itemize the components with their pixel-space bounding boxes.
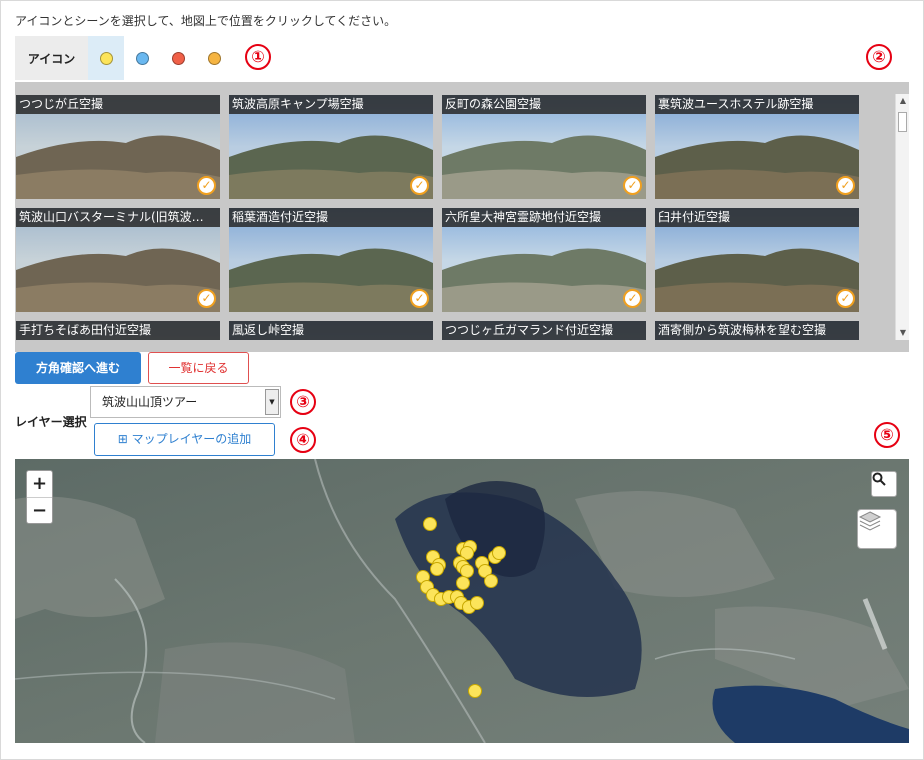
scene-card[interactable]: つつじが丘空撮 ✓ [16, 95, 220, 199]
yellow-dot-icon [99, 51, 113, 65]
layer-select-label: レイヤー選択 [15, 415, 87, 429]
map-marker[interactable] [456, 576, 470, 590]
callout-3: ③ [290, 389, 316, 415]
confirm-direction-button[interactable]: 方角確認へ進む [15, 352, 141, 384]
checkmark-icon: ✓ [410, 176, 429, 195]
map-layers-button[interactable] [857, 509, 897, 549]
scene-card[interactable]: つつじヶ丘ガマランド付近空撮 [442, 321, 646, 340]
scene-title: つつじが丘空撮 [16, 95, 220, 114]
instruction-text: アイコンとシーンを選択して、地図上で位置をクリックしてください。 [15, 14, 397, 28]
zoom-control: + − [26, 470, 53, 524]
callout-4: ④ [290, 427, 316, 453]
map-marker[interactable] [430, 562, 444, 576]
layers-icon [858, 511, 882, 531]
scene-scrollbar[interactable]: ▲ ▼ [895, 94, 909, 340]
map-search-button[interactable] [871, 471, 897, 497]
map-marker[interactable] [423, 517, 437, 531]
scene-title: 臼井付近空撮 [655, 208, 859, 227]
scroll-down-arrow-icon[interactable]: ▼ [896, 326, 910, 340]
scroll-up-arrow-icon[interactable]: ▲ [896, 94, 910, 108]
map-marker[interactable] [470, 596, 484, 610]
scene-title: 筑波山口バスターミナル(旧筑波… [16, 208, 220, 227]
add-map-layer-button[interactable]: ⊞ マップレイヤーの追加 [94, 423, 275, 456]
icon-option-red[interactable] [160, 36, 196, 80]
scene-card[interactable]: 酒寄側から筑波梅林を望む空撮 [655, 321, 859, 340]
scene-card[interactable]: 反町の森公園空撮 ✓ [442, 95, 646, 199]
icon-option-yellow[interactable] [88, 36, 124, 80]
icon-option-orange[interactable] [196, 36, 232, 80]
scene-title: つつじヶ丘ガマランド付近空撮 [442, 321, 646, 340]
checkmark-icon: ✓ [410, 289, 429, 308]
scene-title: 裏筑波ユースホステル跡空撮 [655, 95, 859, 114]
checkmark-icon: ✓ [836, 289, 855, 308]
checkmark-icon: ✓ [836, 176, 855, 195]
callout-5: ⑤ [874, 422, 900, 448]
checkmark-icon: ✓ [197, 176, 216, 195]
checkmark-icon: ✓ [623, 289, 642, 308]
scene-card[interactable]: 筑波山口バスターミナル(旧筑波… ✓ [16, 208, 220, 312]
scene-card[interactable]: 六所皇大神宮霊跡地付近空撮 ✓ [442, 208, 646, 312]
red-dot-icon [171, 51, 185, 65]
scene-card[interactable]: 筑波高原キャンプ場空撮 ✓ [229, 95, 433, 199]
scene-panel: つつじが丘空撮 ✓ 筑波高原キャンプ場空撮 ✓ 反町の森公園空撮 ✓ 裏筑波ユースホステル跡… [15, 82, 909, 352]
icon-selector: アイコン [15, 36, 232, 80]
map-marker[interactable] [484, 574, 498, 588]
scene-card[interactable]: 風返し峠空撮 [229, 321, 433, 340]
scene-title: 稲葉酒造付近空撮 [229, 208, 433, 227]
scrollbar-thumb[interactable] [898, 112, 907, 132]
search-icon [872, 472, 886, 486]
callout-2: ② [866, 44, 892, 70]
layer-select[interactable]: 筑波山山頂ツアー ▼ [90, 386, 281, 418]
zoom-in-button[interactable]: + [27, 471, 52, 497]
scene-title: 筑波高原キャンプ場空撮 [229, 95, 433, 114]
scene-title: 風返し峠空撮 [229, 321, 433, 340]
chevron-down-icon[interactable]: ▼ [265, 389, 279, 415]
scene-card[interactable]: 手打ちそばあ田付近空撮 [16, 321, 220, 340]
checkmark-icon: ✓ [197, 289, 216, 308]
map-marker[interactable] [492, 546, 506, 560]
scene-card[interactable]: 裏筑波ユースホステル跡空撮 ✓ [655, 95, 859, 199]
zoom-out-button[interactable]: − [27, 497, 52, 523]
callout-1: ① [245, 44, 271, 70]
checkmark-icon: ✓ [623, 176, 642, 195]
orange-dot-icon [207, 51, 221, 65]
scene-title: 手打ちそばあ田付近空撮 [16, 321, 220, 340]
scene-list[interactable]: つつじが丘空撮 ✓ 筑波高原キャンプ場空撮 ✓ 反町の森公園空撮 ✓ 裏筑波ユースホステル跡… [15, 94, 895, 340]
scene-card[interactable]: 稲葉酒造付近空撮 ✓ [229, 208, 433, 312]
layer-select-value: 筑波山山頂ツアー [102, 395, 198, 409]
map-marker[interactable] [468, 684, 482, 698]
scene-title: 酒寄側から筑波梅林を望む空撮 [655, 321, 859, 340]
map-view[interactable]: + − [15, 459, 909, 743]
blue-dot-icon [135, 51, 149, 65]
back-to-list-button[interactable]: 一覧に戻る [148, 352, 249, 384]
scene-card[interactable]: 臼井付近空撮 ✓ [655, 208, 859, 312]
icon-option-blue[interactable] [124, 36, 160, 80]
scene-title: 反町の森公園空撮 [442, 95, 646, 114]
icon-selector-label: アイコン [15, 36, 88, 80]
scene-title: 六所皇大神宮霊跡地付近空撮 [442, 208, 646, 227]
